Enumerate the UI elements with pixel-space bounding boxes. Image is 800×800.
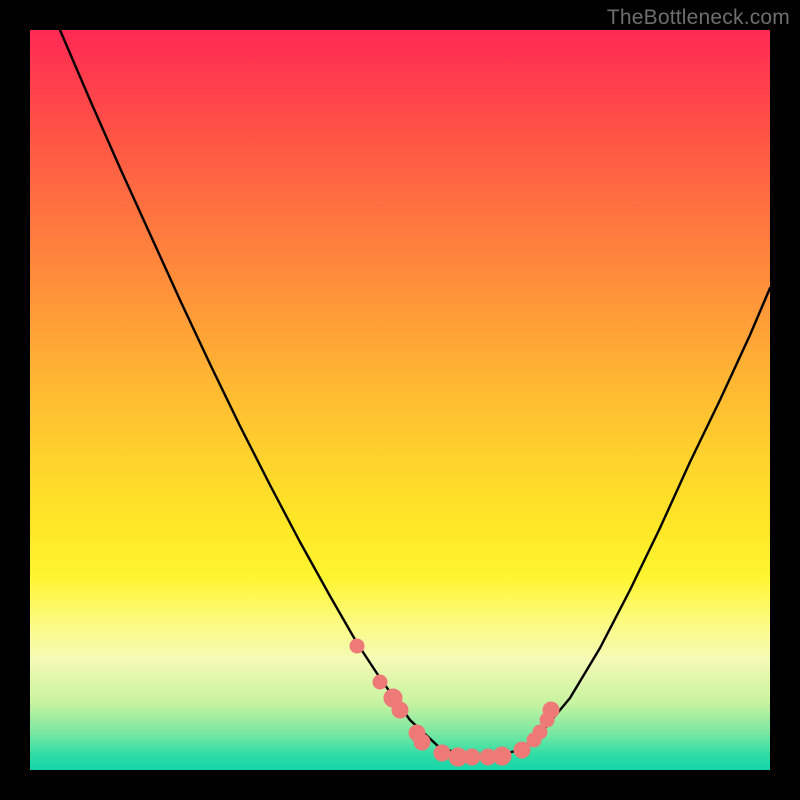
marker-point xyxy=(514,742,530,758)
marker-point xyxy=(373,675,387,689)
marker-point xyxy=(464,749,480,765)
marker-point xyxy=(434,745,450,761)
marker-group xyxy=(350,639,559,766)
marker-point xyxy=(414,734,430,750)
watermark-text: TheBottleneck.com xyxy=(607,6,790,30)
chart-area xyxy=(30,30,770,770)
curve-right xyxy=(490,288,770,757)
curve-left xyxy=(60,30,490,757)
marker-point xyxy=(493,747,511,765)
plot-svg xyxy=(30,30,770,770)
marker-point xyxy=(350,639,364,653)
marker-point xyxy=(392,702,408,718)
marker-point xyxy=(543,702,559,718)
